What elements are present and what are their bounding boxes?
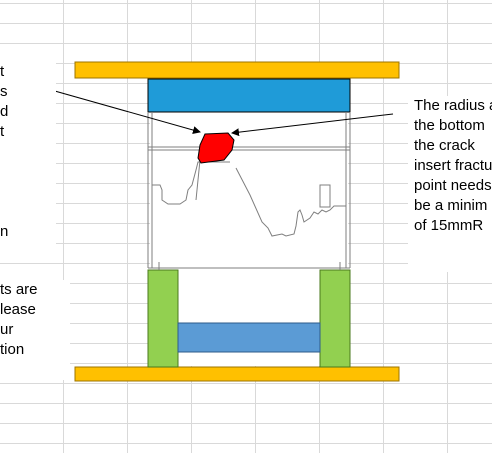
- support-pillar-right: [319, 269, 351, 368]
- callout-right[interactable]: The radius a the bottom the crack insert…: [408, 96, 492, 272]
- support-pillar-left: [147, 269, 179, 368]
- top-platen: [74, 61, 400, 79]
- top-plate-block: [147, 78, 351, 113]
- cross-beam: [177, 322, 321, 353]
- callout-left-bottom[interactable]: ts are lease ur tion: [0, 280, 70, 380]
- callout-left-top[interactable]: t s d t n: [0, 62, 56, 262]
- bottom-platen: [74, 366, 400, 382]
